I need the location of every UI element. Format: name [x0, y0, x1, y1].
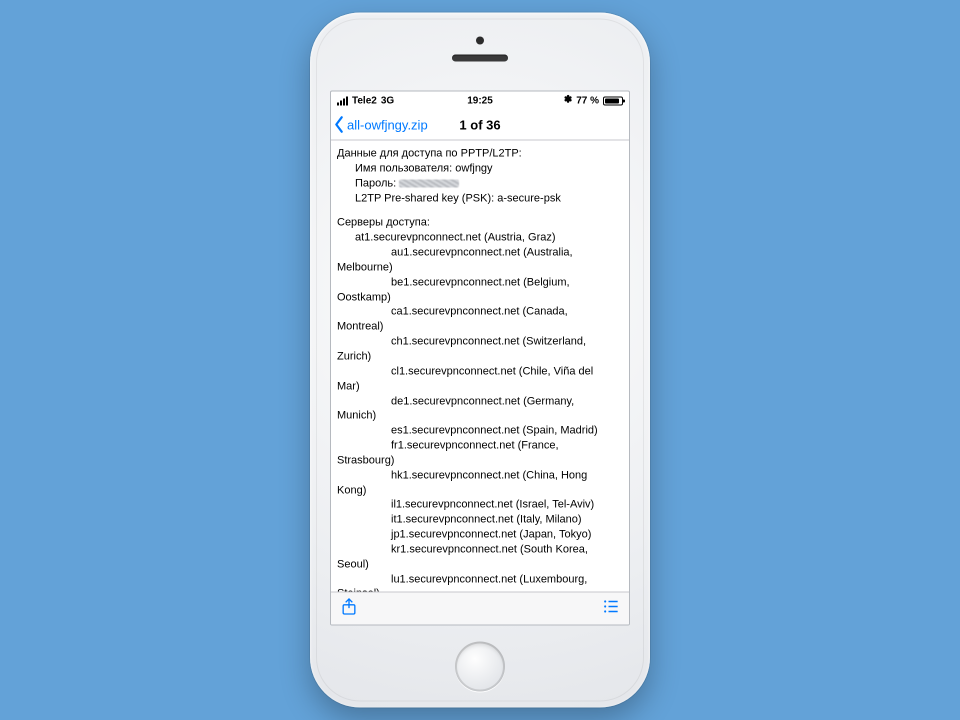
server-line: ch1.securevpnconnect.net (Switzerland,	[337, 335, 623, 350]
servers-heading: Серверы доступа:	[337, 216, 623, 231]
server-line: il1.securevpnconnect.net (Israel, Tel-Av…	[337, 498, 623, 513]
server-line-wrap: Munich)	[337, 409, 623, 424]
server-line: au1.securevpnconnect.net (Australia,	[337, 246, 623, 261]
server-line-wrap: Seoul)	[337, 557, 623, 572]
status-left: Tele2 3G	[337, 95, 394, 106]
server-line-wrap: Mar)	[337, 379, 623, 394]
server-line-wrap: Oostkamp)	[337, 290, 623, 305]
server-line: be1.securevpnconnect.net (Belgium,	[337, 275, 623, 290]
document-content[interactable]: Данные для доступа по PPTP/L2TP: Имя пол…	[331, 141, 629, 592]
server-line-wrap: Melbourne)	[337, 260, 623, 275]
home-button[interactable]	[455, 642, 505, 692]
speaker-slot	[452, 55, 508, 62]
back-label: all-owfjngy.zip	[347, 117, 428, 132]
status-right: ✽ 77 %	[564, 95, 623, 106]
server-line: ca1.securevpnconnect.net (Canada,	[337, 305, 623, 320]
carrier-label: Tele2	[352, 95, 377, 106]
creds-heading: Данные для доступа по PPTP/L2TP:	[337, 147, 623, 162]
back-button[interactable]: all-owfjngy.zip	[331, 116, 428, 134]
battery-percent: 77 %	[576, 95, 599, 106]
server-line-first: at1.securevpnconnect.net (Austria, Graz)	[337, 231, 623, 246]
list-button[interactable]	[601, 596, 621, 621]
psk-line: L2TP Pre-shared key (PSK): a-secure-psk	[337, 191, 623, 206]
server-line: lu1.securevpnconnect.net (Luxembourg,	[337, 572, 623, 587]
server-line: it1.securevpnconnect.net (Italy, Milano)	[337, 513, 623, 528]
server-line-wrap: Kong)	[337, 483, 623, 498]
screen: Tele2 3G 19:25 ✽ 77 % all-owfjngy.zip 1 …	[330, 91, 630, 626]
list-icon	[601, 596, 621, 616]
share-icon	[339, 596, 359, 616]
network-label: 3G	[381, 95, 394, 106]
status-bar: Tele2 3G 19:25 ✽ 77 %	[331, 92, 629, 110]
battery-icon	[603, 96, 623, 105]
password-label: Пароль:	[355, 177, 396, 189]
server-line-wrap: Strasbourg)	[337, 453, 623, 468]
phone-frame: Tele2 3G 19:25 ✽ 77 % all-owfjngy.zip 1 …	[310, 13, 650, 708]
server-line: kr1.securevpnconnect.net (South Korea,	[337, 542, 623, 557]
server-line-wrap: Montreal)	[337, 320, 623, 335]
signal-icon	[337, 96, 348, 105]
share-button[interactable]	[339, 596, 359, 621]
camera-dot	[476, 37, 484, 45]
password-line: Пароль:	[337, 176, 623, 191]
server-line: hk1.securevpnconnect.net (China, Hong	[337, 468, 623, 483]
nav-bar: all-owfjngy.zip 1 of 36	[331, 110, 629, 141]
chevron-left-icon	[333, 116, 345, 134]
toolbar	[331, 592, 629, 625]
server-line: fr1.securevpnconnect.net (France,	[337, 439, 623, 454]
server-line: cl1.securevpnconnect.net (Chile, Viña de…	[337, 364, 623, 379]
password-redacted	[399, 179, 459, 187]
spacer	[337, 206, 623, 216]
username-line: Имя пользователя: owfjngy	[337, 161, 623, 176]
server-line-wrap: Zurich)	[337, 349, 623, 364]
server-line: de1.securevpnconnect.net (Germany,	[337, 394, 623, 409]
bluetooth-icon: ✽	[564, 96, 572, 106]
server-line: es1.securevpnconnect.net (Spain, Madrid)	[337, 424, 623, 439]
server-line: jp1.securevpnconnect.net (Japan, Tokyo)	[337, 528, 623, 543]
